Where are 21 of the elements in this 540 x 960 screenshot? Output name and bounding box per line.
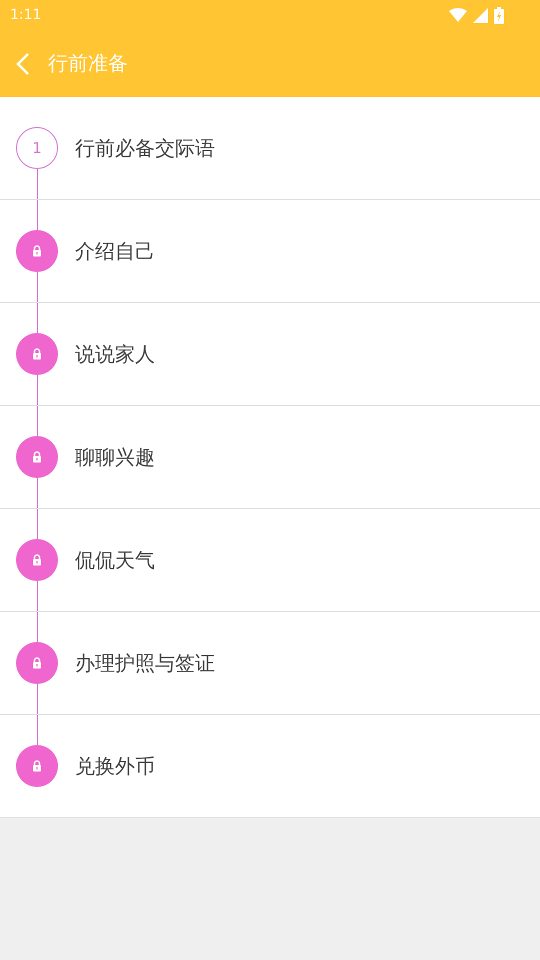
lesson-item[interactable]: 侃侃天气 <box>0 509 540 612</box>
signal-icon <box>473 8 488 22</box>
lesson-item[interactable]: 聊聊兴趣 <box>0 406 540 509</box>
lesson-number: 1 <box>16 127 58 169</box>
lesson-item[interactable]: 办理护照与签证 <box>0 612 540 715</box>
battery-icon <box>494 6 504 24</box>
lesson-title: 办理护照与签证 <box>75 650 215 676</box>
lesson-item[interactable]: 1 行前必备交际语 <box>0 97 540 200</box>
status-time: 1:11 <box>10 7 42 23</box>
lesson-item[interactable]: 介绍自己 <box>0 200 540 303</box>
lesson-title: 兑换外币 <box>75 752 155 780</box>
lesson-title: 行前必备交际语 <box>75 134 215 162</box>
back-icon[interactable] <box>16 52 30 76</box>
lesson-title: 聊聊兴趣 <box>75 444 155 470</box>
lesson-title: 侃侃天气 <box>75 546 155 574</box>
lesson-title: 说说家人 <box>75 340 155 368</box>
wifi-icon <box>449 8 467 22</box>
page-title: 行前准备 <box>48 50 128 77</box>
lesson-item[interactable]: 兑换外币 <box>0 715 540 818</box>
lesson-item[interactable]: 说说家人 <box>0 303 540 406</box>
lesson-title: 介绍自己 <box>75 238 155 264</box>
